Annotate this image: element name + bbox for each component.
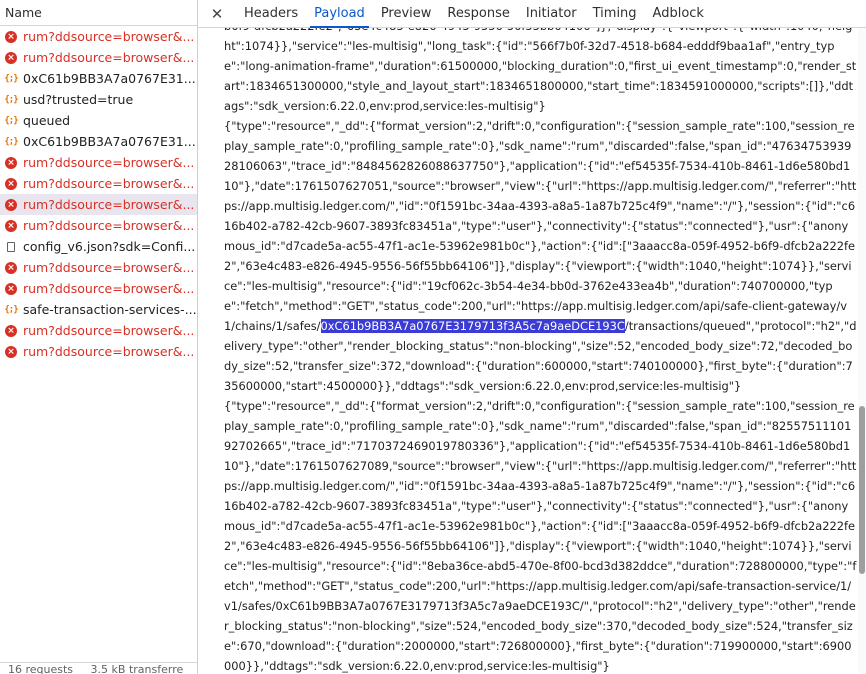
request-row[interactable]: {;} safe-transaction-services-...	[0, 299, 197, 320]
transferred-size: 3.5 kB transferre	[90, 663, 184, 674]
payload-view[interactable]: b6f9-dfcb2a222fe2","63e4c483-e826-4945-9…	[198, 28, 858, 674]
payload-scrollbar[interactable]	[858, 28, 866, 674]
error-icon: ×	[5, 156, 17, 169]
request-name: safe-transaction-services-...	[23, 302, 197, 317]
payload-content: b6f9-dfcb2a222fe2","63e4c483-e826-4945-9…	[224, 28, 857, 674]
request-row[interactable]: × rum?ddsource=browser&...	[0, 320, 197, 341]
request-row[interactable]: {;} usd?trusted=true	[0, 89, 197, 110]
request-name: usd?trusted=true	[23, 92, 134, 107]
tab-payload[interactable]: Payload	[306, 0, 373, 28]
xhr-icon: {;}	[4, 136, 18, 147]
xhr-icon: {;}	[4, 115, 18, 126]
request-row[interactable]: × rum?ddsource=browser&...	[0, 341, 197, 362]
request-row[interactable]: × rum?ddsource=browser&...	[0, 26, 197, 47]
error-icon: ×	[5, 345, 17, 358]
request-name: 0xC61b9BB3A7a0767E31...	[23, 134, 196, 149]
payload-text: {"type":"resource","_dd":{"format_versio…	[224, 399, 857, 673]
search-highlight: 0xC61b9BB3A7a0767E3179713f3A5c7a9aeDCE19…	[320, 319, 625, 333]
detail-tab-bar: ✕ Headers Payload Preview Response Initiator…	[198, 0, 866, 28]
request-count: 16 requests	[8, 663, 74, 674]
error-icon: ×	[5, 219, 17, 232]
scrollbar-thumb[interactable]	[859, 406, 865, 574]
request-row[interactable]: × rum?ddsource=browser&...	[0, 152, 197, 173]
request-name: rum?ddsource=browser&...	[23, 29, 195, 44]
request-name: rum?ddsource=browser&...	[23, 260, 195, 275]
request-row[interactable]: × rum?ddsource=browser&...	[0, 278, 197, 299]
error-icon: ×	[5, 261, 17, 274]
close-icon[interactable]: ✕	[198, 0, 236, 27]
request-row[interactable]: × rum?ddsource=browser&...	[0, 215, 197, 236]
error-icon: ×	[5, 324, 17, 337]
request-row[interactable]: × rum?ddsource=browser&...	[0, 257, 197, 278]
request-list: × rum?ddsource=browser&... × rum?ddsource=b…	[0, 26, 197, 362]
payload-entry: {"type":"resource","_dd":{"format_versio…	[224, 396, 857, 674]
tabs: Headers Payload Preview Response Initiator Ti…	[236, 0, 712, 28]
tab-adblock[interactable]: Adblock	[645, 0, 712, 27]
payload-entry: b6f9-dfcb2a222fe2","63e4c483-e826-4945-9…	[224, 28, 857, 116]
request-name: config_v6.json?sdk=Confi...	[23, 239, 196, 254]
tab-initiator[interactable]: Initiator	[518, 0, 585, 27]
tab-preview[interactable]: Preview	[373, 0, 440, 27]
xhr-icon: {;}	[4, 73, 18, 84]
tab-response[interactable]: Response	[439, 0, 517, 27]
error-icon: ×	[5, 198, 17, 211]
request-name: rum?ddsource=browser&...	[23, 218, 195, 233]
payload-text: b6f9-dfcb2a222fe2","63e4c483-e826-4945-9…	[224, 28, 857, 113]
document-icon	[5, 241, 17, 253]
request-name: rum?ddsource=browser&...	[23, 50, 195, 65]
detail-pane: ✕ Headers Payload Preview Response Initiator…	[198, 0, 866, 674]
tab-headers[interactable]: Headers	[236, 0, 306, 27]
error-icon: ×	[5, 282, 17, 295]
xhr-icon: {;}	[4, 304, 18, 315]
request-name: rum?ddsource=browser&...	[23, 281, 195, 296]
request-row[interactable]: × rum?ddsource=browser&...	[0, 194, 197, 215]
tab-timing[interactable]: Timing	[585, 0, 645, 27]
payload-entry: {"type":"resource","_dd":{"format_versio…	[224, 116, 857, 396]
request-row[interactable]: {;} 0xC61b9BB3A7a0767E31...	[0, 131, 197, 152]
xhr-icon: {;}	[4, 94, 18, 105]
request-name: 0xC61b9BB3A7a0767E31...	[23, 71, 196, 86]
status-bar: 16 requests 3.5 kB transferre	[0, 662, 197, 674]
payload-text: {"type":"resource","_dd":{"format_versio…	[224, 119, 857, 333]
request-name: queued	[23, 113, 71, 128]
request-name: rum?ddsource=browser&...	[23, 323, 195, 338]
request-row[interactable]: × rum?ddsource=browser&...	[0, 47, 197, 68]
request-row[interactable]: {;} 0xC61b9BB3A7a0767E31...	[0, 68, 197, 89]
request-name: rum?ddsource=browser&...	[23, 155, 195, 170]
error-icon: ×	[5, 30, 17, 43]
request-row[interactable]: × rum?ddsource=browser&...	[0, 173, 197, 194]
error-icon: ×	[5, 177, 17, 190]
request-row[interactable]: config_v6.json?sdk=Confi...	[0, 236, 197, 257]
request-list-pane: Name × rum?ddsource=browser&... × rum?ddsou…	[0, 0, 198, 674]
name-column-header[interactable]: Name	[0, 0, 197, 26]
error-icon: ×	[5, 51, 17, 64]
request-row[interactable]: {;} queued	[0, 110, 197, 131]
request-name: rum?ddsource=browser&...	[23, 176, 195, 191]
request-name: rum?ddsource=browser&...	[23, 344, 195, 359]
request-name: rum?ddsource=browser&...	[23, 197, 195, 212]
